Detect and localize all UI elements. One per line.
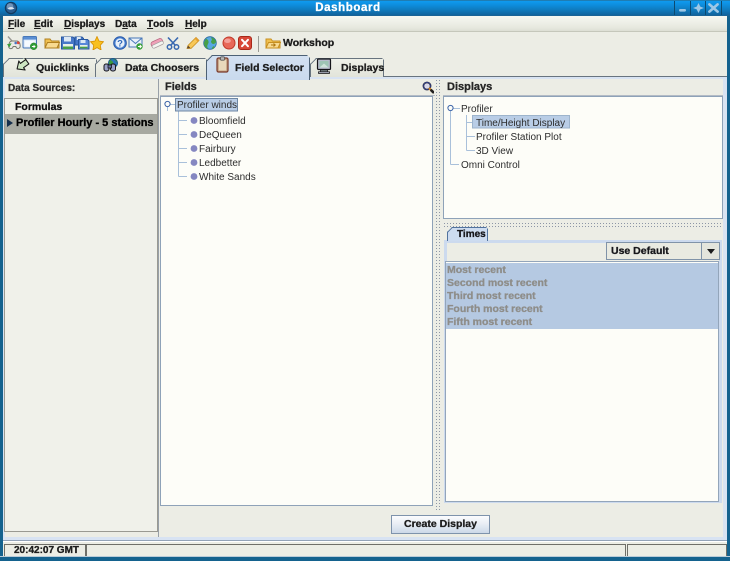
svg-text:Profiler winds: Profiler winds: [177, 100, 237, 111]
svg-text:Time/Height Display: Time/Height Display: [476, 118, 565, 129]
svg-text:3D View: 3D View: [476, 146, 514, 157]
svg-text:Ledbetter: Ledbetter: [199, 158, 242, 169]
svg-text:White Sands: White Sands: [199, 172, 256, 183]
svg-text:Bloomfield: Bloomfield: [199, 116, 246, 127]
svg-text:Fairbury: Fairbury: [199, 144, 236, 155]
svg-text:DeQueen: DeQueen: [199, 130, 242, 141]
svg-text:Profiler Station Plot: Profiler Station Plot: [476, 132, 562, 143]
svg-text:Profiler: Profiler: [461, 104, 493, 115]
svg-text:Omni Control: Omni Control: [461, 160, 520, 171]
svg-text:?: ?: [117, 38, 123, 49]
